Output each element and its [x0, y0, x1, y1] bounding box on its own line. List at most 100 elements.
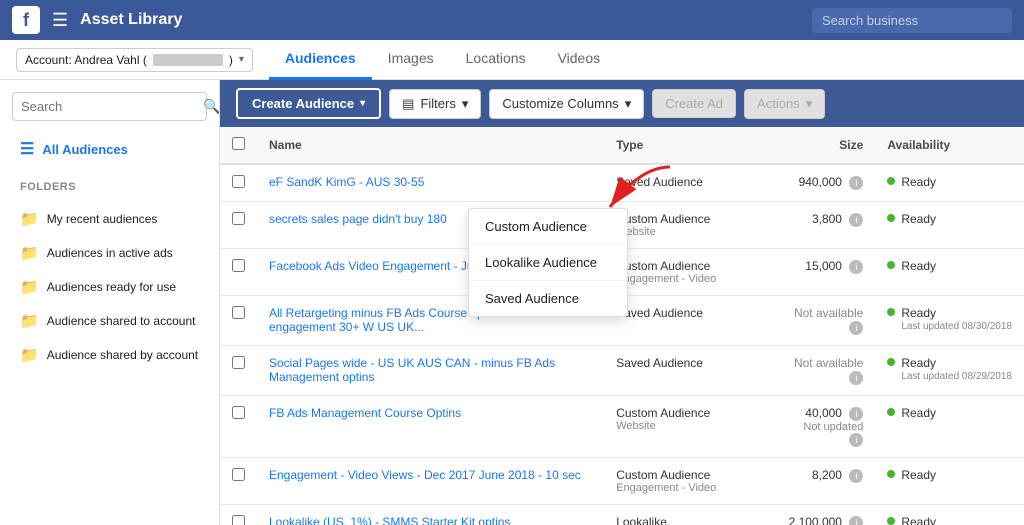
info-icon[interactable]: i	[849, 321, 863, 335]
type-primary: Custom Audience	[616, 468, 762, 482]
folder-icon: 📁	[20, 346, 39, 364]
row-size-cell: 40,000 iNot updated i	[774, 396, 875, 458]
fb-logo: f	[12, 6, 40, 34]
select-all-checkbox[interactable]	[232, 137, 245, 150]
search-input-nav[interactable]	[812, 8, 1012, 33]
account-chevron-icon: ▾	[239, 54, 244, 65]
info-icon[interactable]: i	[849, 213, 863, 227]
row-size-cell: Not available i	[774, 296, 875, 346]
type-primary: Custom Audience	[616, 259, 762, 273]
filters-button[interactable]: ▤ Filters ▾	[389, 89, 481, 119]
availability-sub: Last updated 08/29/2018	[901, 371, 1012, 382]
size-value: 40,000	[805, 406, 842, 420]
info-icon-note[interactable]: i	[849, 433, 863, 447]
all-audiences-label: All Audiences	[42, 142, 127, 157]
table-row: eF SandK KimG - AUS 30-55 Saved Audience9…	[220, 164, 1024, 202]
header-availability: Availability	[875, 127, 1024, 164]
create-ad-button[interactable]: Create Ad	[652, 89, 736, 118]
tab-locations[interactable]: Locations	[450, 40, 542, 80]
dropdown-item-lookalike[interactable]: Lookalike Audience	[469, 245, 627, 281]
availability-label: Ready	[901, 212, 936, 226]
size-not-available: Not available i	[794, 306, 863, 334]
folder-shared-by[interactable]: 📁 Audience shared by account	[12, 339, 207, 371]
info-icon[interactable]: i	[849, 260, 863, 274]
search-icon: 🔍	[203, 98, 220, 115]
row-name-cell: FB Ads Management Course Optins	[257, 396, 604, 458]
sidebar: 🔍 ☰ All Audiences FOLDERS 📁 My recent au…	[0, 80, 220, 525]
row-checkbox[interactable]	[232, 515, 245, 525]
row-name-cell: Engagement - Video Views - Dec 2017 June…	[257, 458, 604, 505]
table-row: FB Ads Management Course Optins Custom Au…	[220, 396, 1024, 458]
info-icon[interactable]: i	[849, 371, 863, 385]
row-checkbox[interactable]	[232, 306, 245, 319]
tab-audiences[interactable]: Audiences	[269, 40, 372, 80]
size-not-available: Not available i	[794, 356, 863, 384]
all-audiences-button[interactable]: ☰ All Audiences	[12, 133, 207, 165]
row-checkbox-cell	[220, 164, 257, 202]
tab-videos[interactable]: Videos	[542, 40, 617, 80]
availability-label: Ready	[901, 306, 1012, 320]
row-checkbox-cell	[220, 249, 257, 296]
customize-columns-button[interactable]: Customize Columns ▾	[489, 89, 644, 119]
hamburger-icon[interactable]: ☰	[52, 10, 68, 31]
toolbar: Create Audience ▾ ▤ Filters ▾ Customize …	[220, 80, 1024, 127]
folder-ready[interactable]: 📁 Audiences ready for use	[12, 271, 207, 303]
info-icon[interactable]: i	[849, 469, 863, 483]
info-icon[interactable]: i	[849, 516, 863, 525]
sub-nav-tabs: Audiences Images Locations Videos	[269, 40, 1008, 80]
row-checkbox[interactable]	[232, 175, 245, 188]
dropdown-item-saved[interactable]: Saved Audience	[469, 281, 627, 316]
dropdown-item-custom[interactable]: Custom Audience	[469, 209, 627, 245]
folder-label: Audiences in active ads	[47, 246, 173, 260]
status-dot	[887, 470, 895, 478]
sidebar-search-input[interactable]	[21, 99, 197, 114]
type-sub: Engagement - Video	[616, 482, 762, 494]
row-checkbox[interactable]	[232, 356, 245, 369]
row-checkbox-cell	[220, 202, 257, 249]
info-icon[interactable]: i	[849, 407, 863, 421]
type-primary: Custom Audience	[616, 212, 762, 226]
create-audience-button[interactable]: Create Audience ▾	[236, 88, 381, 119]
row-checkbox[interactable]	[232, 212, 245, 225]
folder-label: Audience shared to account	[47, 314, 196, 328]
account-selector[interactable]: Account: Andrea Vahl ( ) ▾	[16, 48, 253, 72]
row-type-cell: Custom AudienceEngagement - Video	[604, 458, 774, 505]
status-dot	[887, 261, 895, 269]
audience-name-link[interactable]: secrets sales page didn't buy 180	[269, 212, 447, 226]
status-dot	[887, 358, 895, 366]
row-name-cell: eF SandK KimG - AUS 30-55	[257, 164, 604, 202]
row-checkbox[interactable]	[232, 259, 245, 272]
audience-name-link[interactable]: Social Pages wide - US UK AUS CAN - minu…	[269, 356, 555, 384]
size-value: 2,100,000	[789, 515, 842, 525]
status-dot	[887, 308, 895, 316]
type-primary: Custom Audience	[616, 406, 762, 420]
row-checkbox[interactable]	[232, 406, 245, 419]
row-checkbox-cell	[220, 458, 257, 505]
account-label: Account: Andrea Vahl (	[25, 53, 147, 67]
availability-status: Ready	[887, 212, 1012, 226]
row-size-cell: 3,800 i	[774, 202, 875, 249]
row-type-cell: Custom AudienceWebsite	[604, 396, 774, 458]
row-size-cell: 940,000 i	[774, 164, 875, 202]
audience-name-link[interactable]: eF SandK KimG - AUS 30-55	[269, 175, 424, 189]
tab-images[interactable]: Images	[372, 40, 450, 80]
status-dot	[887, 177, 895, 185]
folder-active-ads[interactable]: 📁 Audiences in active ads	[12, 237, 207, 269]
folder-my-recent[interactable]: 📁 My recent audiences	[12, 203, 207, 235]
audience-name-link[interactable]: Engagement - Video Views - Dec 2017 June…	[269, 468, 581, 482]
type-sub: Engagement - Video	[616, 273, 762, 285]
folder-icon: 📁	[20, 244, 39, 262]
type-primary: Saved Audience	[616, 306, 762, 320]
row-checkbox[interactable]	[232, 468, 245, 481]
row-type-cell: Saved Audience	[604, 164, 774, 202]
audience-name-link[interactable]: FB Ads Management Course Optins	[269, 406, 461, 420]
row-size-cell: Not available i	[774, 346, 875, 396]
row-availability-cell: Ready Last updated 08/29/2018	[875, 346, 1024, 396]
info-icon[interactable]: i	[849, 176, 863, 190]
audience-name-link[interactable]: Lookalike (US, 1%) - SMMS Starter Kit op…	[269, 515, 510, 525]
actions-button[interactable]: Actions ▾	[744, 89, 825, 119]
folders-label: FOLDERS	[12, 177, 207, 197]
row-size-cell: 15,000 i	[774, 249, 875, 296]
folder-shared-to[interactable]: 📁 Audience shared to account	[12, 305, 207, 337]
row-checkbox-cell	[220, 346, 257, 396]
